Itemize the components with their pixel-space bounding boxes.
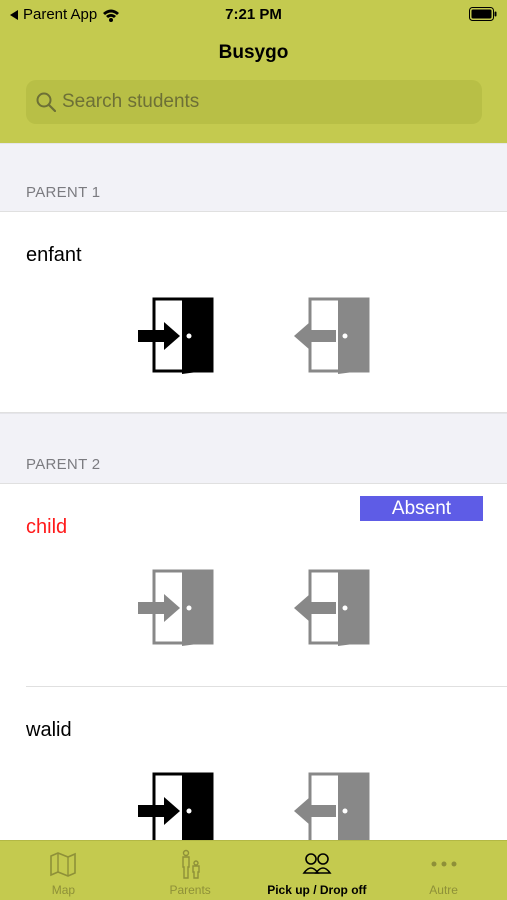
section-header: PARENT 1 <box>0 143 507 211</box>
map-icon <box>50 852 77 877</box>
enter-door-icon <box>138 297 214 374</box>
pickup-button[interactable] <box>292 771 372 851</box>
exit-door-icon <box>294 772 370 849</box>
row-separator <box>26 686 507 687</box>
section-header: PARENT 2 <box>0 413 507 483</box>
exit-door-icon <box>294 297 370 374</box>
tab-label: Pick up / Drop off <box>267 883 367 897</box>
tab-pickup-dropoff[interactable]: Pick up / Drop off <box>254 841 381 900</box>
pickup-button[interactable] <box>292 296 372 376</box>
parent-child-icon <box>182 849 200 879</box>
section-label: PARENT 2 <box>26 456 101 473</box>
status-bar: Parent App 7:21 PM <box>0 0 507 28</box>
pickup-button[interactable] <box>292 568 372 648</box>
tab-parents[interactable]: Parents <box>127 841 254 900</box>
app-header: Parent App 7:21 PM Busygo <box>0 0 507 143</box>
search-icon <box>36 92 56 112</box>
tab-map[interactable]: Map <box>0 841 127 900</box>
enter-door-icon <box>138 772 214 849</box>
student-name: child <box>26 516 68 538</box>
more-icon <box>431 861 457 867</box>
exit-door-icon <box>294 569 370 646</box>
dropoff-button[interactable] <box>136 568 216 648</box>
tab-label: Parents <box>169 883 211 897</box>
tab-label: Map <box>51 883 76 897</box>
student-list: Absent child walid <box>0 483 507 849</box>
page-title: Busygo <box>218 42 289 63</box>
tab-label: Autre <box>429 883 458 897</box>
dropoff-button[interactable] <box>136 296 216 376</box>
search-input[interactable] <box>62 91 462 113</box>
student-name: enfant <box>26 244 82 266</box>
tab-bar: Map Parents Pick up / Drop off Autre <box>0 840 507 900</box>
student-cell: enfant <box>0 211 507 413</box>
students-icon <box>302 853 332 874</box>
search-bar[interactable] <box>26 80 482 124</box>
student-name: walid <box>26 719 72 741</box>
enter-door-icon <box>138 569 214 646</box>
tab-autre[interactable]: Autre <box>380 841 507 900</box>
dropoff-button[interactable] <box>136 771 216 851</box>
status-time: 7:21 PM <box>225 6 282 23</box>
absent-badge: Absent <box>360 496 483 521</box>
battery-icon <box>469 7 497 21</box>
section-label: PARENT 1 <box>26 184 101 201</box>
